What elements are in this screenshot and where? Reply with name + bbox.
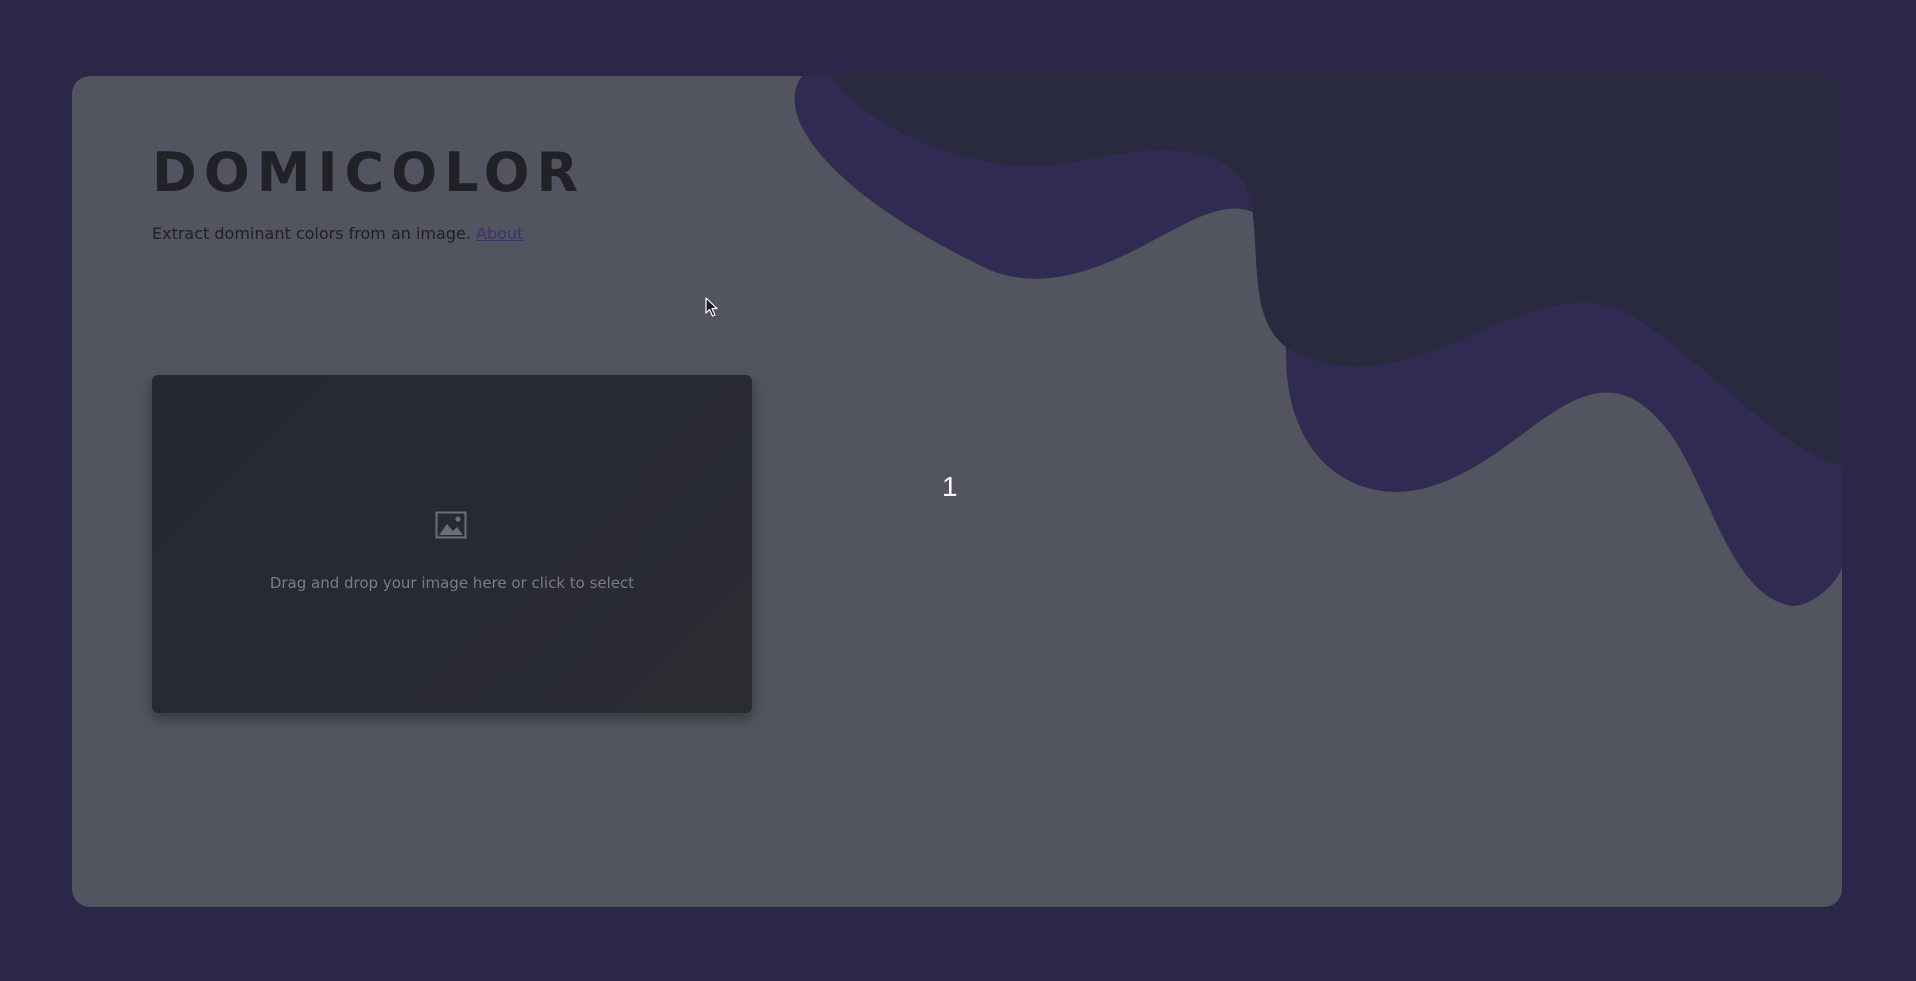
main-card: DOMICOLOR Extract dominant colors from a…: [72, 76, 1842, 907]
step-number: 1: [942, 471, 958, 502]
app-subtitle: Extract dominant colors from an image. A…: [152, 224, 523, 243]
subtitle-text: Extract dominant colors from an image.: [152, 224, 471, 243]
about-link[interactable]: About: [476, 224, 523, 243]
image-dropzone[interactable]: Drag and drop your image here or click t…: [152, 375, 752, 713]
app-title: DOMICOLOR: [152, 141, 586, 204]
image-icon: [435, 511, 467, 539]
dropzone-instructions: Drag and drop your image here or click t…: [269, 574, 635, 592]
mouse-pointer-icon: [705, 297, 718, 317]
